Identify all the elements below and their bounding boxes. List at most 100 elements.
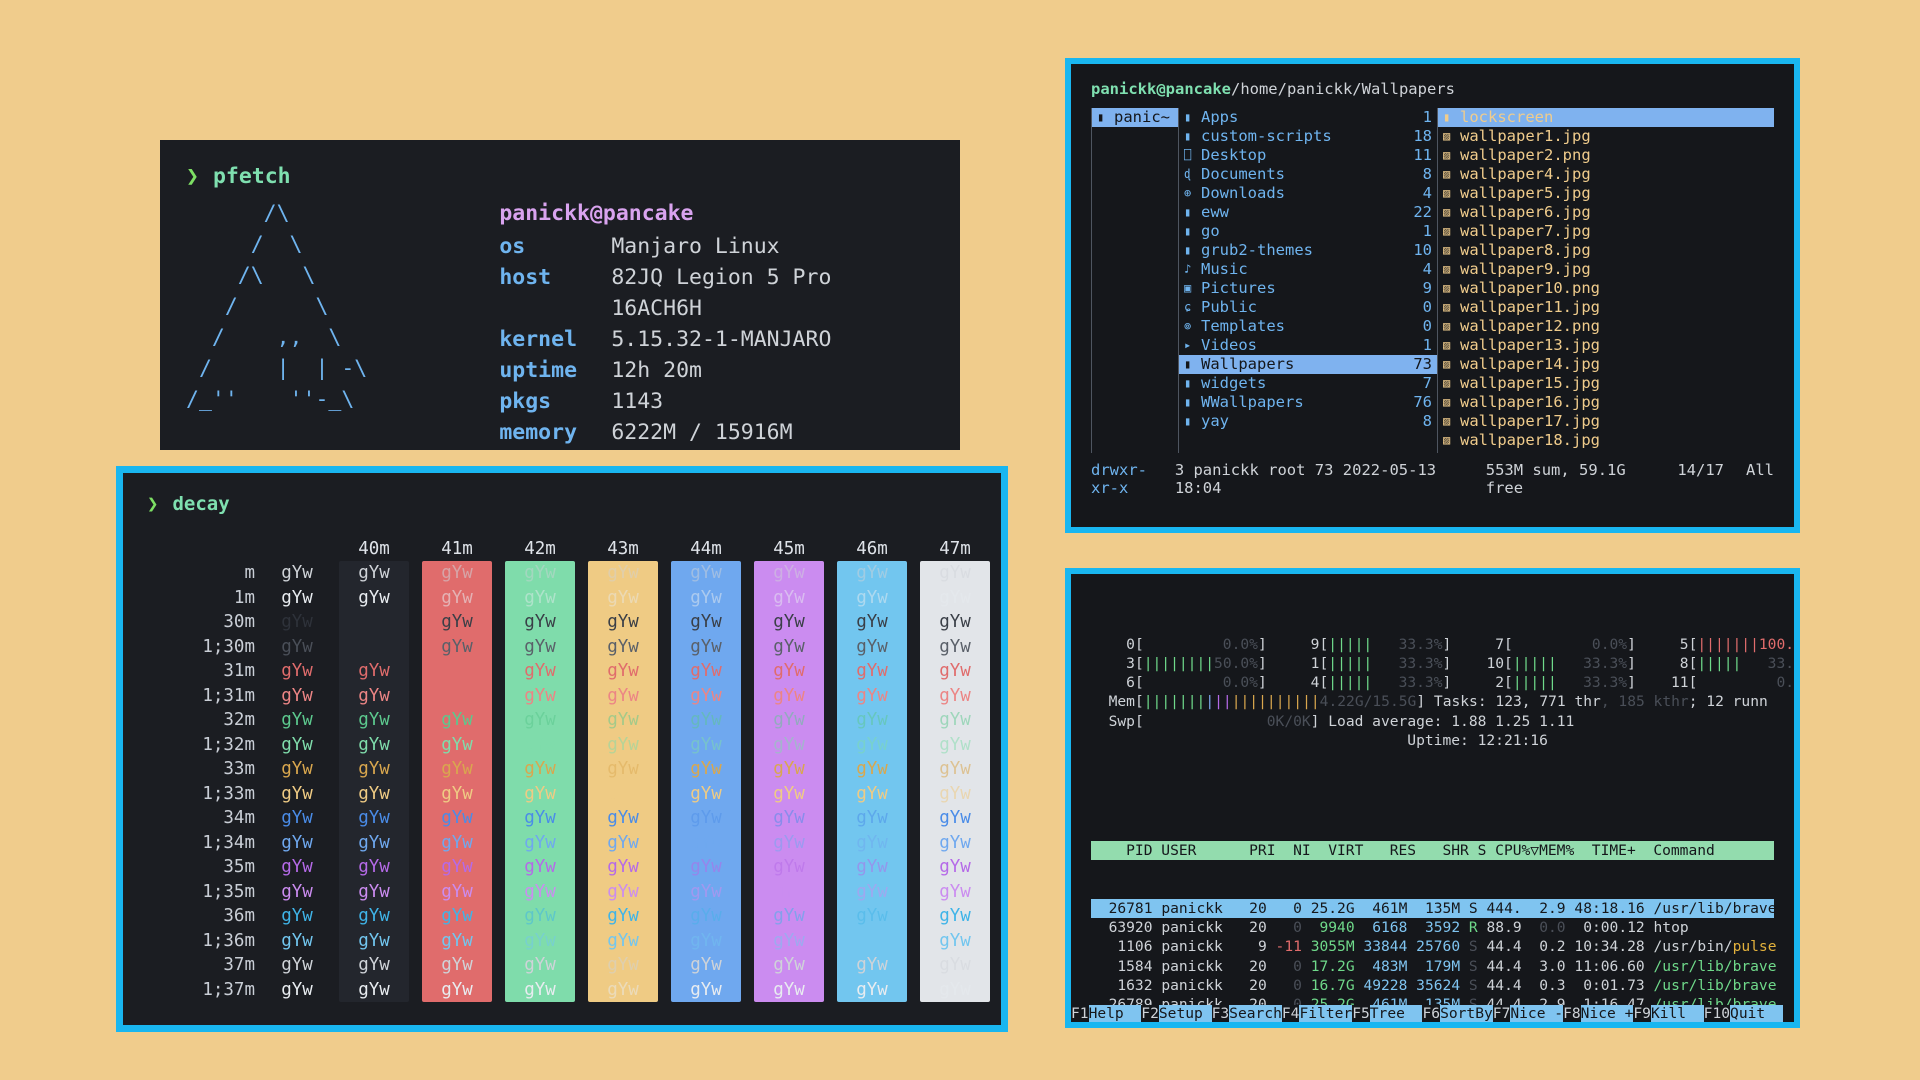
ansi-column-header: 42m [524, 539, 556, 559]
file-name: wallpaper10.png [1460, 279, 1600, 297]
file-row[interactable]: ▮ eww 22 [1179, 203, 1437, 222]
file-row[interactable]: ▨ wallpaper10.png [1438, 279, 1774, 298]
ansi-sample: gYw [856, 734, 888, 755]
file-row[interactable]: ɕ Public 0 [1179, 298, 1437, 317]
fkey-sortby-button[interactable]: SortBy [1440, 1005, 1493, 1022]
file-row[interactable]: ⊕ Downloads 4 [1179, 184, 1437, 203]
ansi-sample: gYw [939, 955, 971, 975]
file-row[interactable]: ▮ grub2-themes 10 [1179, 241, 1437, 260]
ansi-sample: gYw [607, 832, 639, 853]
disk-summary: 553M sum, 59.1G free [1485, 461, 1626, 497]
meter-bar-segment: | [1222, 693, 1232, 711]
preview-pane[interactable]: ▮ lockscreen ▨ wallpaper1.jpg ▨ wallpaper2.pn… [1437, 108, 1774, 453]
process-cpu: 44.4 [1486, 938, 1522, 956]
meter-bracket-open: [ [1319, 654, 1329, 672]
file-row[interactable]: ▨ wallpaper1.jpg [1438, 127, 1774, 146]
ansi-sample: gYw [607, 979, 639, 1000]
file-row[interactable]: ▮ WWallpapers 76 [1179, 393, 1437, 412]
file-row[interactable]: ▨ wallpaper14.jpg [1438, 355, 1774, 374]
file-row[interactable]: ⊚ Templates 0 [1179, 317, 1437, 336]
process-row[interactable]: 1106 panickk 9 -11 3055M 33844 25760 S 4… [1091, 937, 1777, 956]
process-row[interactable]: 26781 panickk 20 0 25.2G 461M 135M S 444… [1091, 898, 1777, 918]
process-table[interactable]: PID USER PRI NI VIRT RES SHR S CPU%▽MEM%… [1091, 803, 1777, 1022]
file-row[interactable]: ▨ wallpaper9.jpg [1438, 260, 1774, 279]
file-row[interactable]: ▨ wallpaper13.jpg [1438, 336, 1774, 355]
file-row[interactable]: ▨ wallpaper2.png [1438, 146, 1774, 165]
file-name: wallpaper11.jpg [1460, 298, 1600, 316]
fkey-filter-button[interactable]: Filter [1299, 1005, 1353, 1022]
process-row[interactable]: 1584 panickk 20 0 17.2G 483M 179M S 44.4… [1091, 957, 1776, 976]
file-row[interactable]: ɖ Documents 8 [1179, 165, 1437, 184]
fkey-number: F2 [1141, 1005, 1159, 1022]
file-row[interactable]: ▨ wallpaper15.jpg [1438, 374, 1774, 393]
cpu-meter-8: 8[||||| 33.3%] [1653, 654, 1794, 673]
fkey-tree-button[interactable]: Tree [1369, 1005, 1423, 1022]
file-row[interactable]: ▨ wallpaper5.jpg [1438, 184, 1774, 203]
fkey-kill-button[interactable]: Kill [1650, 1005, 1704, 1022]
meter-bracket-open: [ [1319, 674, 1329, 691]
fkey-nice-button[interactable]: Nice + [1580, 1005, 1634, 1022]
ansi-sample: gYw [441, 881, 473, 902]
file-manager-window[interactable]: panickk@pancake/home/panickk/Wallpapers … [1065, 58, 1800, 533]
folder-icon: ▮ [1184, 224, 1192, 238]
process-shr: 3592 [1416, 919, 1461, 936]
parent-directory-pane[interactable]: ▮ panic~ [1091, 108, 1178, 453]
file-row[interactable]: ▸ Videos 1 [1179, 336, 1437, 355]
fkey-quit-button[interactable]: Quit [1730, 1005, 1783, 1022]
ansi-sample: gYw [358, 832, 390, 853]
file-row[interactable]: ▮ yay 8 [1179, 412, 1437, 431]
file-row[interactable]: ▨ wallpaper6.jpg [1438, 203, 1774, 222]
file-row[interactable]: ⎕ Desktop 11 [1179, 146, 1437, 165]
desktop-icon: ⎕ [1184, 148, 1192, 162]
fkey-search-button[interactable]: Search [1229, 1005, 1282, 1022]
file-row[interactable]: ▨ wallpaper7.jpg [1438, 222, 1774, 241]
ansi-sample: gYw [856, 783, 888, 804]
fkey-setup-button[interactable]: Setup [1158, 1005, 1212, 1022]
cpu-percent: 33.3% [1372, 635, 1443, 653]
file-row[interactable]: ▨ wallpaper8.jpg [1438, 241, 1774, 260]
ansi-bg-column-45m: 45m gYw gYw gYw gYw gYw gYw gYw gYw gYw gYw gYw gYw g… [754, 537, 824, 1002]
ansi-sample: gYw [524, 734, 556, 755]
cpu-meter-6: 6[ 0.0%] [1091, 673, 1284, 692]
image-icon: ▨ [1443, 129, 1451, 143]
file-row[interactable]: ▮ widgets 7 [1179, 374, 1437, 393]
ansi-sample: gYw [856, 808, 888, 828]
meter-bracket-close: ] [1257, 635, 1285, 653]
process-time: 10:34.28 [1574, 938, 1645, 956]
file-row[interactable]: ▣ Pictures 9 [1179, 279, 1437, 298]
process-row[interactable]: 63920 panickk 20 0 9940 6168 3592 R 88.9… [1091, 918, 1774, 937]
process-command-highlight: pulse [1732, 938, 1777, 956]
file-row[interactable]: ▮ custom-scripts 18 [1179, 127, 1437, 146]
meter-bracket-close: ] [1442, 654, 1469, 672]
file-row[interactable]: ▮ Apps 1 [1179, 108, 1437, 127]
file-row[interactable]: ▨ wallpaper16.jpg [1438, 393, 1774, 412]
process-rows[interactable]: 26781 panickk 20 0 25.2G 461M 135M S 444… [1091, 898, 1777, 1022]
function-key-bar[interactable]: F1Help F2Setup F3SearchF4FilterF5Tree F6… [1071, 1005, 1794, 1022]
fkey-nice-button[interactable]: Nice - [1510, 1005, 1564, 1022]
current-directory-pane[interactable]: ▮ Apps 1 ▮ custom-scripts 18 ⎕ Desktop 11 ɖ Docume… [1178, 108, 1437, 453]
file-row[interactable]: ▨ wallpaper18.jpg [1438, 431, 1774, 450]
fkey-help-button[interactable]: Help [1088, 1005, 1142, 1022]
meter-bar-segment: | [1161, 693, 1171, 711]
pfetch-terminal-window[interactable]: ❯ pfetch /\ / \ /\ \ / \ / ,, \ / | | -\… [160, 140, 960, 450]
file-row[interactable]: ▮ Wallpapers 73 [1179, 355, 1437, 374]
file-row[interactable]: ▮ go 1 [1179, 222, 1437, 241]
ansi-sample: gYw [690, 685, 722, 706]
process-row[interactable]: 1632 panickk 20 0 16.7G 49228 35624 S 44… [1091, 976, 1776, 995]
image-icon: ▨ [1443, 300, 1451, 314]
decay-terminal-window[interactable]: ❯ decay m 1m 30m 1;30m 31m 1;31m 32m 1;32m 33m 1;… [116, 466, 1008, 1032]
file-row[interactable]: ▨ wallpaper17.jpg [1438, 412, 1774, 431]
ansi-color-swatch: gYw gYw gYw gYw gYw gYw gYw gYw gYw gYw gYw gYw gYw g… [588, 561, 658, 1002]
file-row[interactable]: ▮ lockscreen [1438, 108, 1774, 127]
fkey-number: F6 [1422, 1005, 1441, 1022]
cpu-percent: 50.0% [1214, 654, 1258, 672]
file-row[interactable]: ▨ wallpaper11.jpg [1438, 298, 1774, 317]
file-row[interactable]: ♪ Music 4 [1179, 260, 1437, 279]
file-row[interactable]: ▨ wallpaper12.png [1438, 317, 1774, 336]
image-icon: ▨ [1443, 319, 1451, 333]
file-row[interactable]: ▨ wallpaper4.jpg [1438, 165, 1774, 184]
file-row[interactable]: ▮ panic~ [1092, 108, 1178, 127]
ansi-bg-column-43m: 43m gYw gYw gYw gYw gYw gYw gYw gYw gYw gYw gYw gYw g… [588, 537, 658, 1002]
htop-window[interactable]: 0[ 0.0%] 9[||||| 33.3%] 7[ 0.0%] 5[|||||… [1065, 568, 1800, 1028]
